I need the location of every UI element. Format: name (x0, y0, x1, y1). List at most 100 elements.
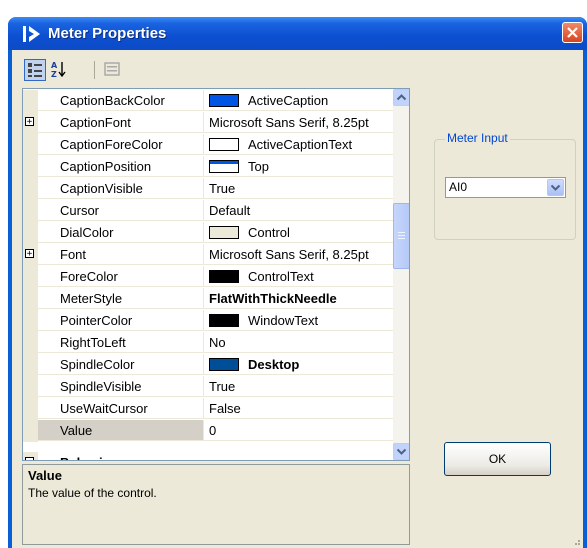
property-value-text: No (209, 335, 226, 350)
property-row[interactable]: SpindleVisible True (23, 376, 393, 398)
row-gutter (23, 376, 38, 398)
property-value-text: ActiveCaptionText (248, 137, 353, 152)
scroll-down-button[interactable] (393, 443, 409, 460)
property-row[interactable]: DialColor Control (23, 222, 393, 244)
description-title: Value (28, 468, 62, 483)
resize-grip-icon[interactable] (571, 536, 581, 546)
collapse-icon[interactable]: − (25, 457, 34, 460)
property-name: DialColor (38, 222, 203, 243)
color-swatch (209, 94, 239, 107)
property-value[interactable]: ControlText (203, 266, 393, 287)
property-value[interactable]: Control (203, 222, 393, 243)
expand-icon[interactable]: + (25, 117, 34, 127)
meter-input-select[interactable]: AI0 (445, 177, 566, 198)
property-value[interactable]: WindowText (203, 310, 393, 331)
category-row[interactable]: − Behavior (23, 452, 393, 460)
row-gutter (23, 310, 38, 332)
row-gutter (23, 156, 38, 178)
title-bar[interactable]: Meter Properties (8, 17, 587, 50)
property-row[interactable]: UseWaitCursor False (23, 398, 393, 420)
color-swatch (209, 314, 239, 327)
property-value-text: False (209, 401, 241, 416)
property-name: CaptionFont (38, 112, 203, 133)
color-swatch (209, 358, 239, 371)
property-value[interactable]: False (203, 398, 393, 419)
grip-line (398, 235, 405, 236)
property-value-text: True (209, 181, 236, 196)
scroll-up-button[interactable] (393, 89, 409, 106)
property-pages-icon (104, 62, 120, 76)
property-value[interactable]: Microsoft Sans Serif, 8.25pt (203, 112, 393, 133)
property-name: UseWaitCursor (38, 398, 203, 419)
property-name: SpindleColor (38, 354, 203, 375)
property-name: SpindleVisible (38, 376, 203, 397)
grip-line (398, 232, 405, 233)
property-name: CaptionVisible (38, 178, 203, 199)
meter-input-label: Meter Input (445, 131, 510, 145)
property-value-text: Top (248, 159, 269, 174)
row-gutter (23, 332, 38, 354)
categorized-icon (28, 63, 42, 77)
property-row[interactable]: Value 0 (23, 420, 393, 442)
property-value-text: Default (209, 203, 251, 218)
window-title: Meter Properties (48, 25, 167, 42)
row-gutter (23, 420, 38, 442)
meter-input-value: AI0 (449, 180, 468, 194)
property-value[interactable]: ActiveCaption (203, 90, 393, 111)
svg-text:Z: Z (51, 70, 57, 79)
property-row[interactable]: MeterStyle FlatWithThickNeedle (23, 288, 393, 310)
property-value-text: Microsoft Sans Serif, 8.25pt (209, 247, 369, 262)
close-icon (567, 27, 578, 38)
property-value-text: ActiveCaption (248, 93, 329, 108)
property-value[interactable]: No (203, 332, 393, 353)
row-gutter (23, 178, 38, 200)
property-row[interactable]: ForeColor ControlText (23, 266, 393, 288)
property-value[interactable]: True (203, 178, 393, 199)
property-row[interactable]: + Font Microsoft Sans Serif, 8.25pt (23, 244, 393, 266)
property-value-text: 0 (209, 423, 217, 438)
scroll-thumb[interactable] (393, 203, 409, 269)
property-row[interactable]: RightToLeft No (23, 332, 393, 354)
property-value[interactable]: FlatWithThickNeedle (203, 288, 393, 309)
category-label: Behavior (38, 452, 203, 460)
property-name: Value (38, 420, 203, 441)
svg-text:A: A (51, 61, 58, 70)
property-value-text: ControlText (248, 269, 314, 284)
expand-icon[interactable]: + (25, 249, 34, 259)
property-pages-button[interactable] (102, 59, 124, 81)
property-name: Font (38, 244, 203, 265)
close-button[interactable] (562, 22, 583, 43)
property-value[interactable]: Desktop (203, 354, 393, 375)
property-value[interactable]: True (203, 376, 393, 397)
row-gutter: + (23, 112, 38, 134)
color-swatch (209, 160, 239, 173)
property-row[interactable]: + CaptionFont Microsoft Sans Serif, 8.25pt (23, 112, 393, 134)
property-value[interactable]: Microsoft Sans Serif, 8.25pt (203, 244, 393, 265)
property-row[interactable]: CaptionVisible True (23, 178, 393, 200)
alphabetical-button[interactable]: A Z (48, 59, 70, 81)
property-row[interactable]: Cursor Default (23, 200, 393, 222)
color-swatch (209, 270, 239, 283)
property-value-text: Microsoft Sans Serif, 8.25pt (209, 115, 369, 130)
meter-properties-window: Meter Properties A Z CaptionBackColor Ac… (8, 17, 587, 548)
property-row[interactable]: SpindleColor Desktop (23, 354, 393, 376)
ok-button[interactable]: OK (444, 442, 551, 476)
row-gutter: + (23, 244, 38, 266)
property-value[interactable]: ActiveCaptionText (203, 134, 393, 155)
property-name: CaptionBackColor (38, 90, 203, 111)
property-name: MeterStyle (38, 288, 203, 309)
categorized-button[interactable] (24, 59, 46, 81)
dropdown-button[interactable] (547, 179, 564, 196)
property-value[interactable]: Top (203, 156, 393, 177)
app-icon (23, 26, 40, 42)
vertical-scrollbar[interactable] (393, 89, 409, 460)
property-value[interactable]: Default (203, 200, 393, 221)
property-value-text: Desktop (248, 357, 300, 372)
property-value[interactable]: 0 (203, 420, 393, 441)
property-row[interactable]: CaptionForeColor ActiveCaptionText (23, 134, 393, 156)
chevron-up-icon (396, 94, 407, 101)
row-gutter (23, 134, 38, 156)
property-row[interactable]: CaptionPosition Top (23, 156, 393, 178)
property-row[interactable]: PointerColor WindowText (23, 310, 393, 332)
property-row[interactable]: CaptionBackColor ActiveCaption (23, 90, 393, 112)
